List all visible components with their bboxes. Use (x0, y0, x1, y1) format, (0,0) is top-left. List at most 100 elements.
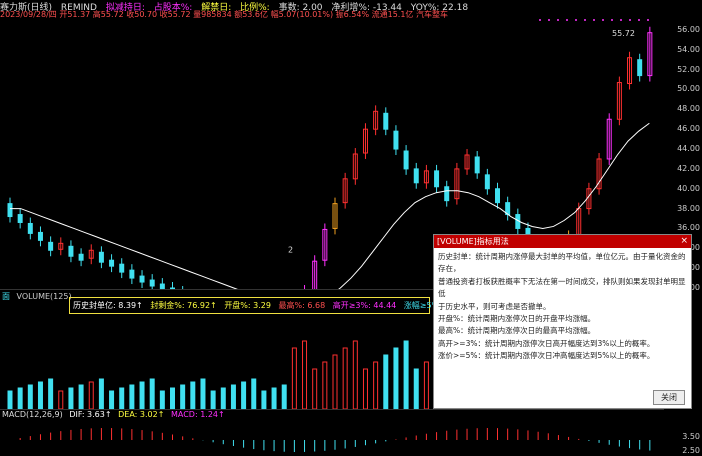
volume-icon[interactable]: 面 (2, 292, 10, 301)
candle-body (149, 279, 155, 287)
dialog-line: 最高%：统计周期内涨停次日的最高平均涨幅。 (438, 326, 596, 336)
volume-bar (241, 381, 247, 410)
event-dot (557, 19, 559, 21)
volume-bar (17, 387, 23, 410)
dialog-body: 历史封单：统计周期内涨停最大封单的平均值，单位亿元。由于量化资金的存在， 普通投… (434, 248, 691, 366)
volume-bar (129, 384, 135, 410)
close-icon[interactable]: × (680, 235, 688, 248)
candle-body (413, 168, 419, 184)
indicator-help-dialog[interactable]: [VOLUME]指标用法 × 历史封单：统计周期内涨停最大封单的平均值，单位亿元… (433, 234, 692, 409)
macd-label: MACD(12,26,9) (2, 410, 63, 419)
event-dot (638, 19, 640, 21)
candle-body (98, 251, 104, 263)
volume-bar (78, 384, 84, 410)
volume-bar (88, 381, 94, 410)
event-dot (566, 19, 568, 21)
candle-body (484, 174, 490, 190)
dialog-line: 历史封单：统计周期内涨停最大封单的平均值，单位亿元。由于量化资金的存在， (438, 252, 686, 274)
dialog-line: 于历史水平，则可考虑是否撤单。 (438, 301, 551, 311)
price-axis-tick: 38.00 (677, 203, 700, 213)
volume-bar (362, 368, 368, 410)
candle-body (403, 150, 409, 170)
volume-bar (149, 378, 155, 410)
dialog-title: [VOLUME]指标用法 (437, 237, 509, 246)
dialog-title-bar[interactable]: [VOLUME]指标用法 × (434, 235, 691, 248)
candle-body (129, 269, 135, 279)
volume-bar (220, 387, 226, 410)
candle-body (27, 222, 33, 234)
volume-bar (48, 378, 54, 410)
event-dot (575, 19, 577, 21)
volume-bar (271, 387, 277, 410)
volume-bar (322, 361, 328, 410)
macd-title: MACD(12,26,9) DIF: 3.63↑ DEA: 3.02↑ MACD… (2, 410, 229, 419)
candle-body (109, 259, 115, 267)
candle-body (17, 214, 23, 223)
volume-bar (413, 368, 419, 410)
price-axis-tick: 36.00 (677, 223, 700, 233)
volume-bar (302, 340, 308, 410)
macd-dea: DEA: 3.02↑ (118, 410, 165, 419)
price-axis-tick: 46.00 (677, 124, 700, 134)
price-axis-tick: 54.00 (677, 44, 700, 54)
candle-body (474, 156, 480, 174)
event-dot (620, 19, 622, 21)
macd-axis-tick: 2.50 (682, 446, 700, 455)
macd-chart[interactable] (0, 422, 664, 456)
volume-bar (373, 361, 379, 410)
stat-seal: 封剩金%: 76.92↑ (150, 301, 217, 310)
volume-bar (58, 390, 64, 410)
volume-bar (109, 390, 115, 410)
volume-bar (312, 368, 318, 410)
event-dot (548, 19, 550, 21)
price-axis-tick: 56.00 (677, 24, 700, 34)
event-dot (584, 19, 586, 21)
volume-bar (139, 381, 145, 410)
candle-body (495, 188, 500, 204)
volume-bar (27, 384, 33, 410)
event-dot (539, 19, 541, 21)
stat-high: 最高%: 6.68 (278, 301, 326, 310)
price-axis-tick: 40.00 (677, 183, 700, 193)
volume-bar (332, 354, 338, 410)
close-button[interactable]: 关闭 (653, 390, 685, 405)
volume-bar (383, 354, 389, 410)
event-dot (629, 19, 631, 21)
stat-history: 历史封单亿: 8.39↑ (73, 301, 143, 310)
candle-body (444, 186, 450, 202)
stat-gap: 高开≥3%: 44.44 (332, 301, 397, 310)
volume-bar (119, 387, 125, 410)
candle-body (48, 241, 54, 251)
event-dot (611, 19, 613, 21)
volume-title: 面 VOLUME(125) (2, 291, 76, 302)
volume-bar (352, 340, 358, 410)
stats-box: 历史封单亿: 8.39↑ 封剩金%: 76.92↑ 开盘%: 3.29 最高%:… (69, 297, 467, 314)
stat-open: 开盘%: 3.29 (224, 301, 271, 310)
volume-bar (251, 378, 257, 410)
price-axis-tick: 52.00 (677, 64, 700, 74)
volume-bar (180, 384, 186, 410)
candle-body (78, 253, 84, 261)
volume-bar (200, 378, 206, 410)
volume-bar (210, 390, 216, 410)
event-dot (602, 19, 604, 21)
volume-label: VOLUME(125) (16, 292, 72, 301)
volume-bar (37, 381, 43, 410)
macd-value: MACD: 1.24↑ (170, 410, 225, 419)
candle-body (139, 275, 145, 283)
volume-bar (261, 390, 267, 410)
price-axis-tick: 50.00 (677, 84, 700, 94)
candle-body (7, 203, 13, 218)
macd-dif: DIF: 3.63↑ (69, 410, 112, 419)
volume-bar (159, 390, 165, 410)
volume-bar (423, 361, 429, 410)
price-axis-tick: 44.00 (677, 144, 700, 154)
candle-body (393, 130, 399, 150)
volume-bar (281, 384, 287, 410)
volume-bar (230, 384, 236, 410)
price-axis-tick: 48.00 (677, 104, 700, 114)
price-axis-tick: 42.00 (677, 163, 700, 173)
dialog-line: 涨价>=5%：统计周期内涨停次日冲高幅度达到5%以上的概率。 (438, 351, 655, 361)
volume-bar (190, 381, 196, 410)
candle-body (383, 112, 389, 130)
